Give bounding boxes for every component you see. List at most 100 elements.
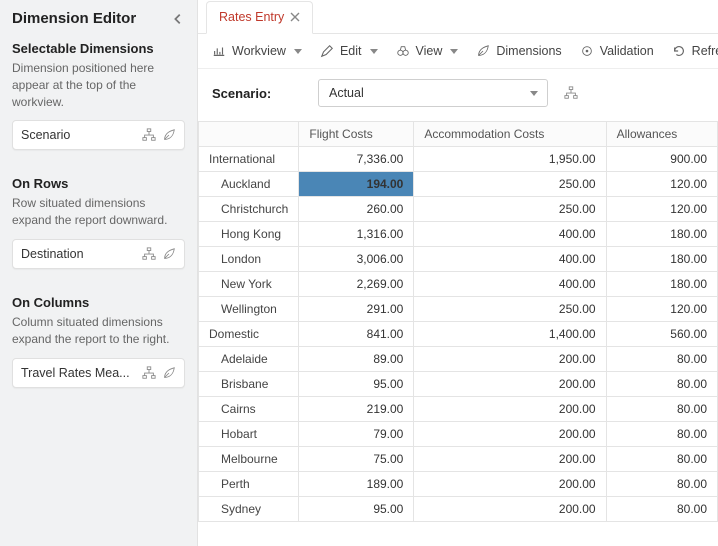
hierarchy-icon[interactable]	[142, 247, 156, 261]
dimension-pill-scenario[interactable]: Scenario	[12, 120, 185, 150]
workview-button[interactable]: Workview	[212, 44, 302, 58]
cell[interactable]: 194.00	[299, 172, 414, 197]
chevron-left-icon[interactable]	[171, 12, 185, 26]
tab-rates-entry[interactable]: Rates Entry	[206, 1, 313, 34]
cell[interactable]: 95.00	[299, 497, 414, 522]
tab-label: Rates Entry	[219, 10, 284, 24]
cell[interactable]: 189.00	[299, 472, 414, 497]
cell[interactable]: 1,400.00	[414, 322, 606, 347]
dimensions-button[interactable]: Dimensions	[476, 44, 561, 58]
row-label[interactable]: Perth	[199, 472, 299, 497]
cell[interactable]: 400.00	[414, 222, 606, 247]
leaf-icon[interactable]	[162, 366, 176, 380]
cell[interactable]: 120.00	[606, 297, 717, 322]
refresh-icon	[672, 44, 686, 58]
cell[interactable]: 250.00	[414, 172, 606, 197]
cell[interactable]: 400.00	[414, 272, 606, 297]
row-label[interactable]: Hobart	[199, 422, 299, 447]
toolbar-label: Edit	[340, 44, 362, 58]
cell[interactable]: 250.00	[414, 197, 606, 222]
cell[interactable]: 80.00	[606, 422, 717, 447]
cell[interactable]: 900.00	[606, 147, 717, 172]
cell[interactable]: 560.00	[606, 322, 717, 347]
dimension-pill-measures[interactable]: Travel Rates Mea...	[12, 358, 185, 388]
cell[interactable]: 89.00	[299, 347, 414, 372]
cell[interactable]: 80.00	[606, 347, 717, 372]
cell[interactable]: 79.00	[299, 422, 414, 447]
row-label[interactable]: London	[199, 247, 299, 272]
row-label[interactable]: Christchurch	[199, 197, 299, 222]
table-row: International7,336.001,950.00900.00	[199, 147, 718, 172]
cell[interactable]: 95.00	[299, 372, 414, 397]
cell[interactable]: 80.00	[606, 447, 717, 472]
row-label[interactable]: Brisbane	[199, 372, 299, 397]
cell[interactable]: 200.00	[414, 372, 606, 397]
cell[interactable]: 1,316.00	[299, 222, 414, 247]
row-label[interactable]: Cairns	[199, 397, 299, 422]
data-grid[interactable]: Flight Costs Accommodation Costs Allowan…	[198, 121, 718, 546]
validation-button[interactable]: Validation	[580, 44, 654, 58]
row-label[interactable]: International	[199, 147, 299, 172]
header-row: Flight Costs Accommodation Costs Allowan…	[199, 122, 718, 147]
cell[interactable]: 80.00	[606, 397, 717, 422]
cell[interactable]: 219.00	[299, 397, 414, 422]
row-label[interactable]: Domestic	[199, 322, 299, 347]
chart-icon	[212, 44, 226, 58]
col-header-accommodation[interactable]: Accommodation Costs	[414, 122, 606, 147]
cell[interactable]: 2,269.00	[299, 272, 414, 297]
cell[interactable]: 200.00	[414, 497, 606, 522]
cell[interactable]: 200.00	[414, 447, 606, 472]
cell[interactable]: 260.00	[299, 197, 414, 222]
row-label[interactable]: Auckland	[199, 172, 299, 197]
col-header-allowances[interactable]: Allowances	[606, 122, 717, 147]
cell[interactable]: 180.00	[606, 222, 717, 247]
col-header-flight[interactable]: Flight Costs	[299, 122, 414, 147]
scenario-row: Scenario: Actual	[198, 69, 718, 121]
table-row: New York2,269.00400.00180.00	[199, 272, 718, 297]
leaf-icon	[476, 44, 490, 58]
cell[interactable]: 80.00	[606, 372, 717, 397]
cell[interactable]: 120.00	[606, 172, 717, 197]
cell[interactable]: 200.00	[414, 397, 606, 422]
cell[interactable]: 200.00	[414, 347, 606, 372]
view-button[interactable]: View	[396, 44, 459, 58]
hierarchy-icon[interactable]	[142, 128, 156, 142]
row-label[interactable]: Hong Kong	[199, 222, 299, 247]
close-icon[interactable]	[290, 12, 300, 22]
pill-label: Destination	[21, 247, 142, 261]
cell[interactable]: 291.00	[299, 297, 414, 322]
cell[interactable]: 75.00	[299, 447, 414, 472]
leaf-icon[interactable]	[162, 247, 176, 261]
sidebar-header: Dimension Editor	[12, 10, 185, 27]
cell[interactable]: 180.00	[606, 272, 717, 297]
cell[interactable]: 400.00	[414, 247, 606, 272]
sidebar-title: Dimension Editor	[12, 10, 136, 27]
hierarchy-icon[interactable]	[564, 86, 578, 100]
cell[interactable]: 200.00	[414, 422, 606, 447]
row-label[interactable]: Adelaide	[199, 347, 299, 372]
row-label[interactable]: Melbourne	[199, 447, 299, 472]
edit-button[interactable]: Edit	[320, 44, 378, 58]
tab-strip: Rates Entry	[198, 0, 718, 34]
cell[interactable]: 80.00	[606, 497, 717, 522]
leaf-icon[interactable]	[162, 128, 176, 142]
scenario-select[interactable]: Actual	[318, 79, 548, 107]
cell[interactable]: 7,336.00	[299, 147, 414, 172]
dimension-pill-destination[interactable]: Destination	[12, 239, 185, 269]
refresh-button[interactable]: Refresh	[672, 44, 718, 58]
cell[interactable]: 180.00	[606, 247, 717, 272]
section-desc: Row situated dimensions expand the repor…	[12, 195, 185, 229]
col-header-blank[interactable]	[199, 122, 299, 147]
cell[interactable]: 120.00	[606, 197, 717, 222]
cell[interactable]: 80.00	[606, 472, 717, 497]
cell[interactable]: 1,950.00	[414, 147, 606, 172]
row-label[interactable]: Wellington	[199, 297, 299, 322]
row-label[interactable]: New York	[199, 272, 299, 297]
cell[interactable]: 841.00	[299, 322, 414, 347]
cell[interactable]: 3,006.00	[299, 247, 414, 272]
pill-label: Travel Rates Mea...	[21, 366, 142, 380]
cell[interactable]: 250.00	[414, 297, 606, 322]
cell[interactable]: 200.00	[414, 472, 606, 497]
row-label[interactable]: Sydney	[199, 497, 299, 522]
hierarchy-icon[interactable]	[142, 366, 156, 380]
